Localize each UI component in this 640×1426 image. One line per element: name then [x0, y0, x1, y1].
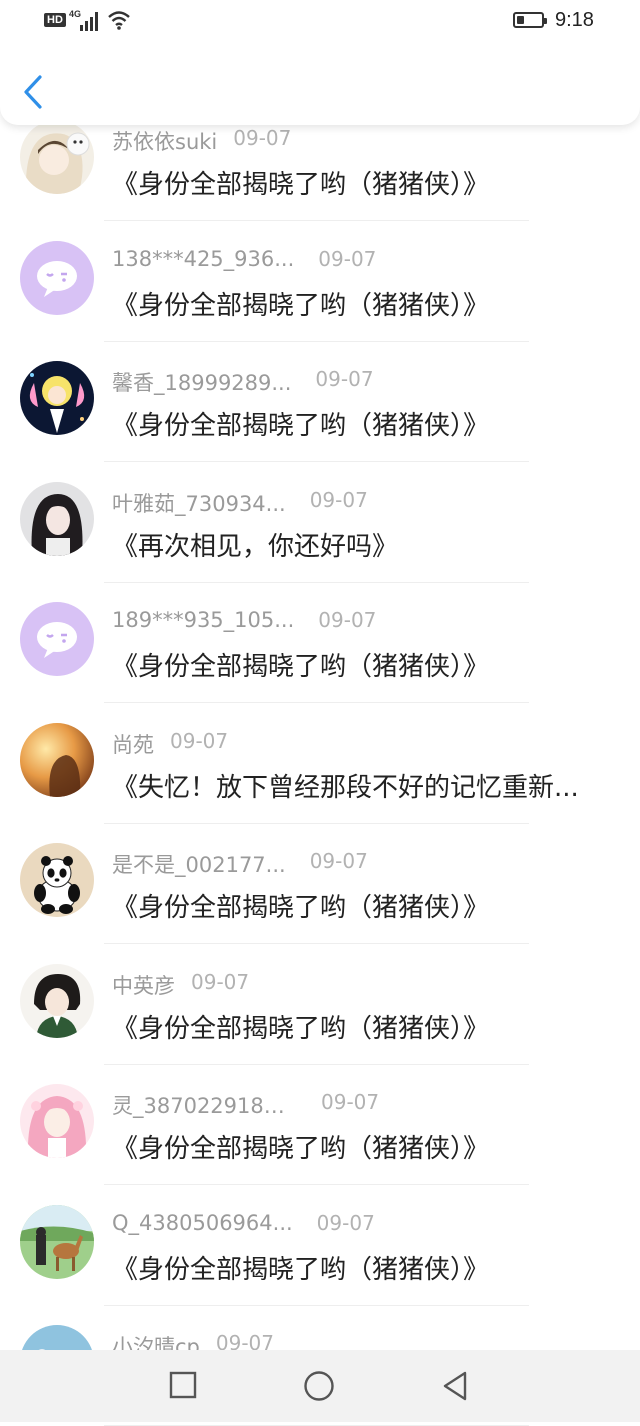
battery-level: [517, 16, 524, 24]
list-item[interactable]: 189***935_105... 09-07 《身份全部揭晓了哟（猪猪侠）》: [0, 582, 640, 703]
item-message: 《身份全部揭晓了哟（猪猪侠）》: [112, 170, 490, 200]
item-date: 09-07: [191, 969, 250, 994]
signal-icon: [80, 12, 98, 31]
avatar[interactable]: [20, 843, 94, 917]
list-item[interactable]: Q_4380506964... 09-07 《身份全部揭晓了哟（猪猪侠）》: [0, 1185, 640, 1306]
item-message: 《身份全部揭晓了哟（猪猪侠）》: [112, 1254, 490, 1285]
user-name[interactable]: 灵_3870229181...: [112, 1090, 297, 1120]
item-date: 09-07: [318, 246, 377, 271]
avatar[interactable]: [20, 722, 94, 797]
list-item[interactable]: 灵_3870229181... 09-07 《身份全部揭晓了哟（猪猪侠）》: [0, 1064, 640, 1185]
item-date: 09-07: [318, 608, 377, 632]
list-item[interactable]: 138***425_936... 09-07 《身份全部揭晓了哟（猪猪侠）》: [0, 221, 640, 342]
item-meta: 灵_3870229181... 09-07: [112, 1090, 379, 1120]
user-name[interactable]: 是不是_002177...: [112, 849, 286, 879]
item-message: 《失忆！放下曾经那段不好的记忆重新...: [112, 772, 579, 803]
list-item[interactable]: 馨香_18999289... 09-07 《身份全部揭晓了哟（猪猪侠）》: [0, 341, 640, 462]
list-item[interactable]: 尚苑 09-07 《失忆！放下曾经那段不好的记忆重新...: [0, 703, 640, 824]
item-meta: 尚苑 09-07: [112, 729, 228, 759]
avatar[interactable]: [20, 240, 94, 315]
user-name[interactable]: 138***425_936...: [112, 247, 294, 271]
back-button[interactable]: [14, 70, 54, 114]
item-date: 09-07: [315, 367, 374, 391]
list-item[interactable]: 中英彦 09-07 《身份全部揭晓了哟（猪猪侠）》: [0, 944, 640, 1065]
user-name[interactable]: 苏依依suki: [112, 126, 217, 156]
user-name[interactable]: 叶雅茹_730934...: [112, 488, 286, 518]
avatar[interactable]: [20, 963, 94, 1038]
item-date: 09-07: [321, 1090, 380, 1114]
item-meta: 馨香_18999289... 09-07: [112, 367, 374, 397]
circle-icon[interactable]: [303, 1370, 335, 1402]
top-bar: HD 4G 9:18: [0, 0, 640, 125]
status-bar: HD 4G 9:18: [0, 0, 640, 44]
chevron-left-icon: [24, 75, 42, 109]
triangle-back-icon[interactable]: [440, 1370, 470, 1402]
item-meta: 是不是_002177... 09-07: [112, 849, 368, 879]
avatar[interactable]: [20, 361, 94, 435]
item-date: 09-07: [316, 1210, 375, 1235]
avatar[interactable]: [20, 602, 94, 676]
user-name[interactable]: 馨香_18999289...: [112, 367, 291, 397]
user-name[interactable]: 尚苑: [112, 729, 154, 759]
item-message: 《身份全部揭晓了哟（猪猪侠）》: [112, 290, 490, 321]
item-date: 09-07: [309, 487, 368, 512]
item-meta: 中英彦 09-07: [112, 970, 249, 1000]
user-name[interactable]: 189***935_105...: [112, 608, 294, 632]
item-date: 09-07: [170, 728, 229, 753]
avatar[interactable]: [20, 481, 94, 556]
battery-icon: [513, 12, 547, 28]
user-name[interactable]: 中英彦: [112, 970, 175, 1000]
list-item[interactable]: 叶雅茹_730934... 09-07 《再次相见，你还好吗》: [0, 462, 640, 583]
item-meta: 138***425_936... 09-07: [112, 247, 376, 277]
item-message: 《身份全部揭晓了哟（猪猪侠）》: [112, 893, 490, 923]
square-icon[interactable]: [168, 1370, 198, 1400]
item-meta: Q_4380506964... 09-07: [112, 1211, 375, 1241]
list-item[interactable]: 是不是_002177... 09-07 《身份全部揭晓了哟（猪猪侠）》: [0, 823, 640, 944]
item-meta: 苏依依suki 09-07: [112, 126, 291, 156]
item-meta: 叶雅茹_730934... 09-07: [112, 488, 368, 518]
item-meta: 189***935_105... 09-07: [112, 608, 376, 638]
avatar[interactable]: [20, 1084, 94, 1158]
user-name[interactable]: Q_4380506964...: [112, 1211, 293, 1235]
avatar[interactable]: [20, 1204, 94, 1279]
avatar[interactable]: [20, 120, 94, 194]
hd-badge: HD: [44, 13, 66, 27]
wifi-icon: [108, 11, 130, 30]
item-message: 《再次相见，你还好吗》: [112, 531, 399, 562]
item-message: 《身份全部揭晓了哟（猪猪侠）》: [112, 1134, 490, 1164]
status-time: 9:18: [555, 9, 594, 31]
item-message: 《身份全部揭晓了哟（猪猪侠）》: [112, 1013, 490, 1044]
item-date: 09-07: [233, 126, 292, 150]
item-message: 《身份全部揭晓了哟（猪猪侠）》: [112, 652, 490, 682]
navigation-bar: [0, 1350, 640, 1422]
item-message: 《身份全部揭晓了哟（猪猪侠）》: [112, 411, 490, 441]
item-date: 09-07: [309, 849, 368, 873]
